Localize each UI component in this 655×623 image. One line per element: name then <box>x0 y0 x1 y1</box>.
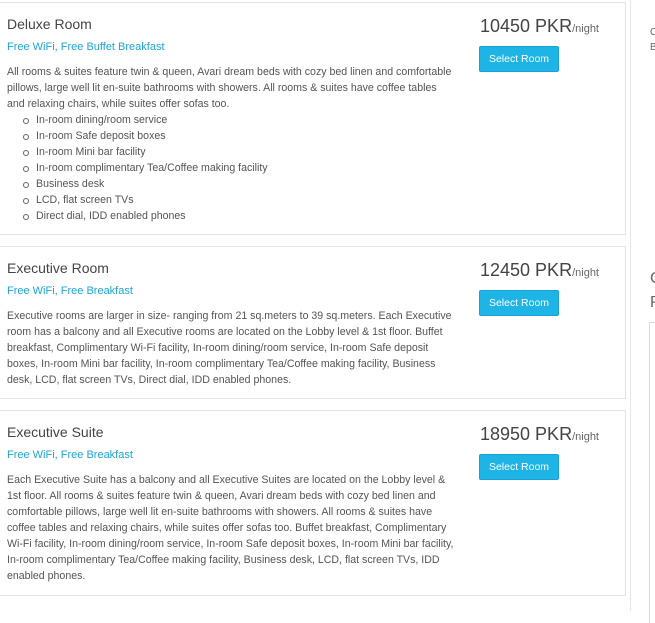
feature-item: In-room dining/room service <box>23 112 457 128</box>
feature-item: Direct dial, IDD enabled phones <box>23 208 457 224</box>
room-amenities: Free WiFi, Free Breakfast <box>7 285 133 297</box>
room-card-deluxe: Deluxe Room Free WiFi, Free Buffet Break… <box>0 2 626 235</box>
feature-item: In-room Safe deposit boxes <box>23 128 457 144</box>
room-amenities: Free WiFi, Free Breakfast <box>7 449 133 461</box>
price-unit: /night <box>572 267 599 279</box>
sidebar-heading-fragment: C <box>650 270 655 288</box>
feature-item: Business desk <box>23 176 457 192</box>
price-amount: 18950 PKR <box>480 424 573 444</box>
room-price: 12450 PKR/night <box>480 260 599 281</box>
room-amenities: Free WiFi, Free Buffet Breakfast <box>7 41 165 53</box>
room-title: Executive Room <box>7 260 109 276</box>
feature-item: In-room Mini bar facility <box>23 144 457 160</box>
price-amount: 12450 PKR <box>480 260 573 280</box>
room-title: Deluxe Room <box>7 16 92 32</box>
sidebar-divider <box>630 0 631 611</box>
price-unit: /night <box>572 23 599 35</box>
feature-item: LCD, flat screen TVs <box>23 192 457 208</box>
room-description: Executive rooms are larger in size- rang… <box>7 310 452 386</box>
room-price: 10450 PKR/night <box>480 16 599 37</box>
select-room-button[interactable]: Select Room <box>479 290 559 316</box>
room-features-list: In-room dining/room service In-room Safe… <box>7 112 457 224</box>
room-description: Each Executive Suite has a balcony and a… <box>7 474 454 582</box>
sidebar-text-fragment: C <box>650 27 655 38</box>
room-description-block: All rooms & suites feature twin & queen,… <box>7 64 457 224</box>
feature-item: In-room complimentary Tea/Coffee making … <box>23 160 457 176</box>
price-unit: /night <box>572 431 599 443</box>
sidebar-text-fragment: B <box>650 42 655 53</box>
room-price: 18950 PKR/night <box>480 424 599 445</box>
room-card-executive-suite: Executive Suite Free WiFi, Free Breakfas… <box>0 410 626 596</box>
sidebar-heading-fragment: P <box>650 294 655 312</box>
room-card-executive-room: Executive Room Free WiFi, Free Breakfast… <box>0 246 626 399</box>
room-description: All rooms & suites feature twin & queen,… <box>7 66 452 110</box>
price-amount: 10450 PKR <box>480 16 573 36</box>
sidebar-panel <box>649 322 655 623</box>
room-title: Executive Suite <box>7 424 104 440</box>
select-room-button[interactable]: Select Room <box>479 454 559 480</box>
select-room-button[interactable]: Select Room <box>479 46 559 72</box>
